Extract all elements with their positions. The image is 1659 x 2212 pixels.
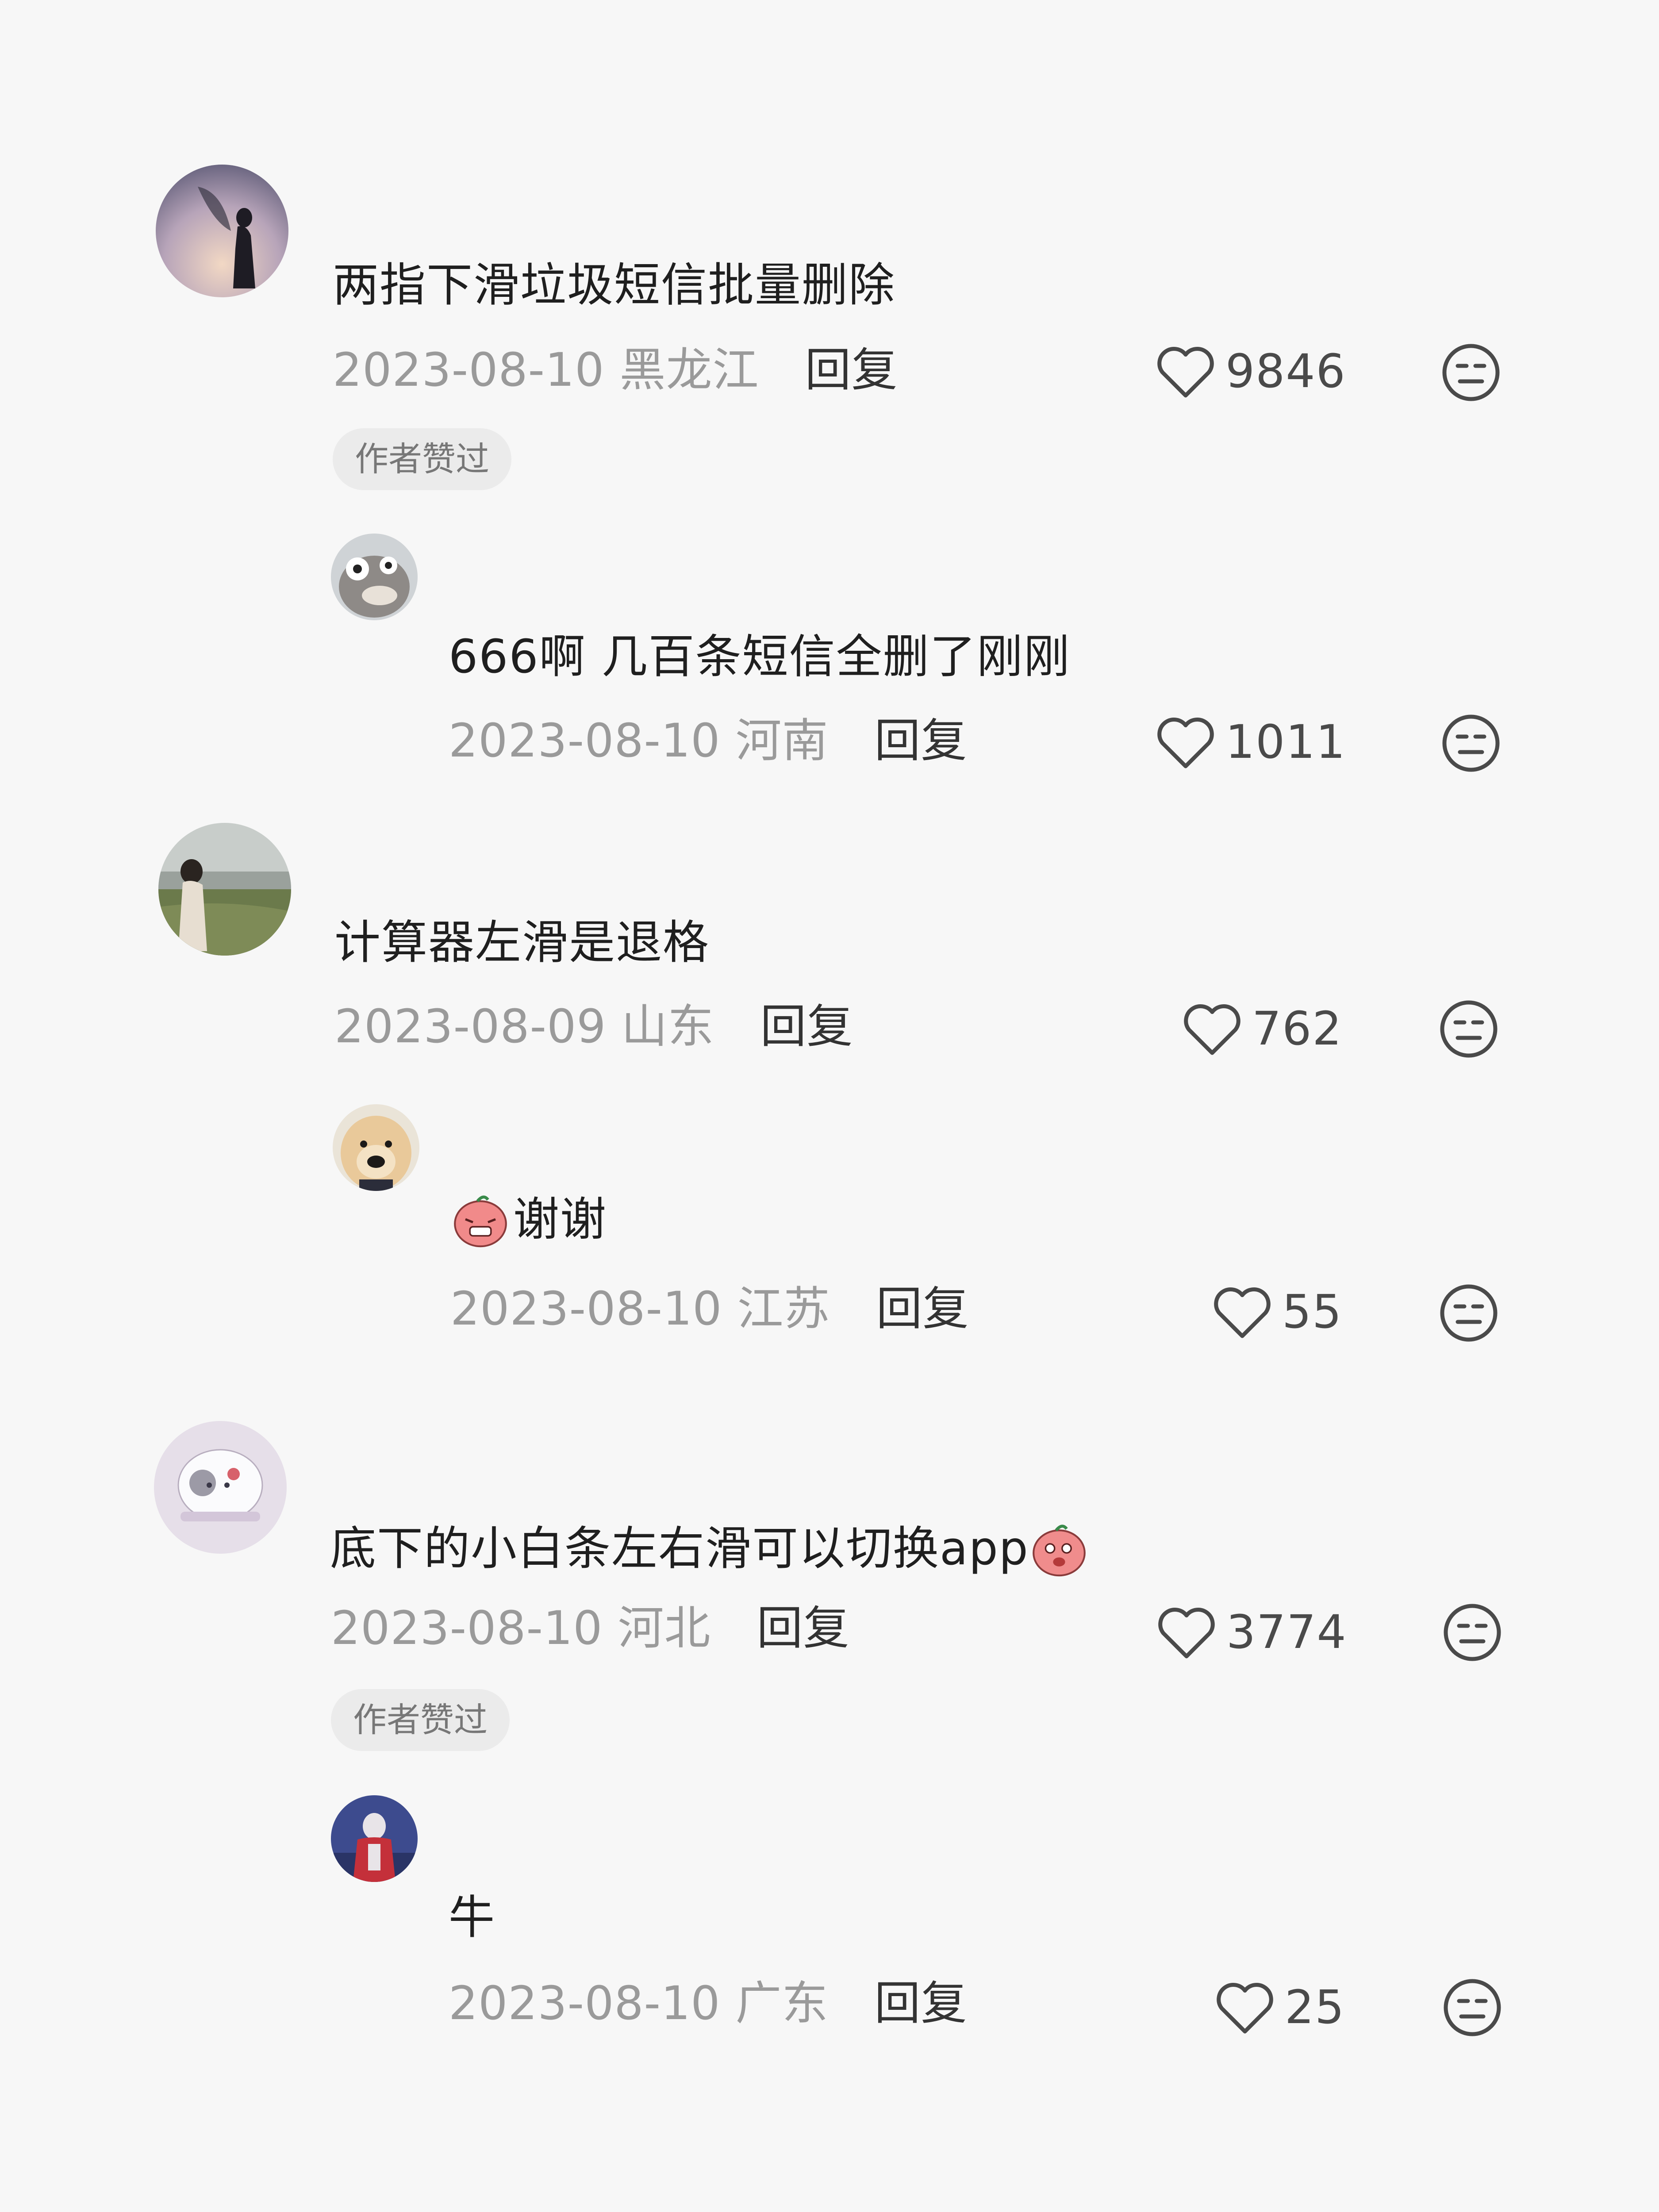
reply-text: 谢谢 bbox=[450, 1189, 607, 1249]
reply-text: 666啊 几百条短信全删了刚刚 bbox=[449, 630, 1071, 684]
author-liked-badge: 作者赞过 bbox=[333, 428, 511, 490]
reply-avatar[interactable] bbox=[331, 1795, 418, 1882]
heart-outline-icon bbox=[1184, 1004, 1240, 1055]
comment-text-label: 底下的小白条左右滑可以切换app bbox=[330, 1521, 1029, 1575]
avatar[interactable] bbox=[158, 823, 291, 956]
comment-meta: 2023-08-10 河北 回复 bbox=[331, 1605, 850, 1651]
comment-date: 2023-08-09 bbox=[334, 999, 607, 1053]
comment-date: 2023-08-10 bbox=[331, 1601, 603, 1655]
like-button[interactable]: 55 bbox=[1211, 1283, 1342, 1340]
reply-avatar[interactable] bbox=[333, 1104, 419, 1191]
reply-avatar[interactable] bbox=[331, 534, 418, 620]
comment-date: 2023-08-10 bbox=[333, 343, 605, 397]
reply-text: 牛 bbox=[449, 1890, 496, 1944]
neutral-face-icon[interactable] bbox=[1438, 998, 1500, 1060]
like-button[interactable]: 3774 bbox=[1156, 1603, 1347, 1661]
like-count: 25 bbox=[1285, 1980, 1345, 2034]
reply-location: 广东 bbox=[735, 1976, 829, 2030]
neutral-face-icon[interactable] bbox=[1441, 1977, 1503, 2039]
heart-outline-icon bbox=[1217, 1983, 1273, 2034]
heart-outline-icon bbox=[1157, 718, 1214, 768]
like-count: 9846 bbox=[1225, 344, 1346, 398]
reply-button[interactable]: 回复 bbox=[876, 1282, 969, 1336]
comment-location: 山东 bbox=[621, 999, 714, 1053]
comment-meta: 2023-08-10 黑龙江 回复 bbox=[333, 347, 898, 393]
avatar[interactable] bbox=[154, 1421, 287, 1554]
reply-meta: 2023-08-10 江苏 回复 bbox=[450, 1286, 969, 1332]
like-count: 55 bbox=[1282, 1285, 1343, 1339]
neutral-face-icon[interactable] bbox=[1438, 1282, 1500, 1344]
avatar[interactable] bbox=[156, 165, 288, 297]
reply-date: 2023-08-10 bbox=[449, 1976, 721, 2030]
heart-outline-icon bbox=[1157, 347, 1214, 398]
reply-button[interactable]: 回复 bbox=[875, 714, 968, 768]
reply-button[interactable]: 回复 bbox=[757, 1601, 850, 1655]
author-liked-badge: 作者赞过 bbox=[331, 1689, 510, 1751]
comment-location: 黑龙江 bbox=[619, 343, 759, 397]
grimace-bun-emoji bbox=[454, 1195, 507, 1248]
neutral-face-icon[interactable] bbox=[1440, 712, 1502, 774]
comment-text: 计算器左滑是退格 bbox=[334, 915, 710, 969]
like-button[interactable]: 762 bbox=[1181, 1000, 1343, 1057]
like-button[interactable]: 25 bbox=[1214, 1978, 1345, 2036]
reply-date: 2023-08-10 bbox=[450, 1282, 722, 1336]
reply-location: 江苏 bbox=[737, 1282, 830, 1336]
like-count: 1011 bbox=[1225, 715, 1346, 769]
heart-outline-icon bbox=[1158, 1608, 1215, 1659]
like-button[interactable]: 9846 bbox=[1155, 342, 1346, 400]
reply-button[interactable]: 回复 bbox=[805, 343, 898, 397]
sly-bun-emoji bbox=[1032, 1525, 1086, 1577]
like-count: 3774 bbox=[1226, 1605, 1347, 1659]
like-count: 762 bbox=[1252, 1002, 1343, 1056]
reply-button[interactable]: 回复 bbox=[760, 999, 853, 1053]
comment-location: 河北 bbox=[618, 1601, 711, 1655]
reply-button[interactable]: 回复 bbox=[875, 1976, 968, 2030]
neutral-face-icon[interactable] bbox=[1441, 1601, 1503, 1663]
comment-meta: 2023-08-09 山东 回复 bbox=[334, 1003, 853, 1049]
reply-meta: 2023-08-10 河南 回复 bbox=[449, 718, 968, 764]
comment-text: 两指下滑垃圾短信批量删除 bbox=[333, 258, 896, 312]
neutral-face-icon[interactable] bbox=[1440, 342, 1502, 403]
heart-outline-icon bbox=[1214, 1287, 1271, 1338]
reply-meta: 2023-08-10 广东 回复 bbox=[449, 1980, 968, 2026]
like-button[interactable]: 1011 bbox=[1155, 713, 1346, 771]
reply-location: 河南 bbox=[735, 714, 829, 768]
reply-date: 2023-08-10 bbox=[449, 714, 721, 768]
comment-text: 底下的小白条左右滑可以切换app bbox=[330, 1518, 1089, 1578]
reply-text-label: 谢谢 bbox=[513, 1192, 607, 1246]
